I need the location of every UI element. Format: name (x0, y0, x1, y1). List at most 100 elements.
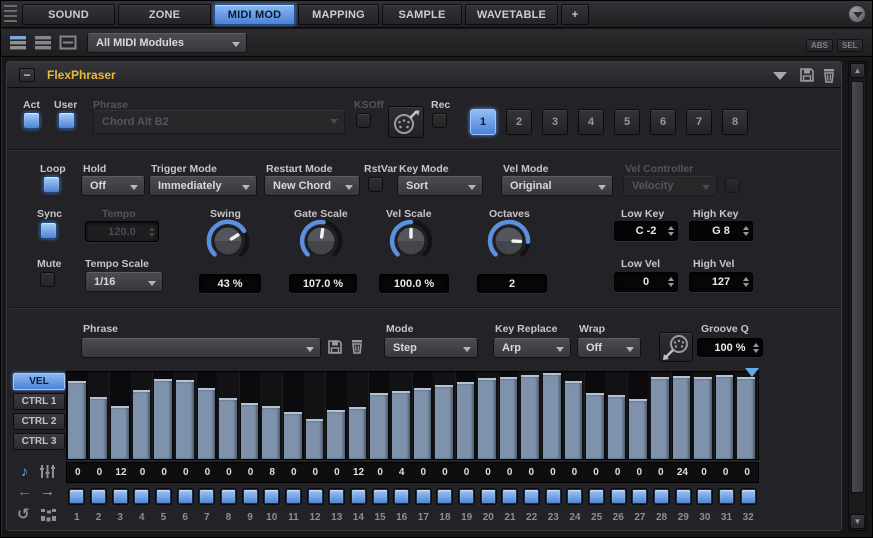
step-value-19[interactable]: 0 (456, 463, 478, 482)
phrase-preset-dropdown[interactable]: Chord Alt B2 (93, 110, 345, 134)
lane-tab-ctrl-2[interactable]: CTRL 2 (13, 413, 65, 430)
undo-icon[interactable]: ↺ (17, 505, 30, 523)
midi-export-button[interactable] (659, 332, 693, 362)
step-bar-24[interactable] (564, 372, 586, 459)
sync-checkbox[interactable] (40, 222, 57, 239)
trash-icon[interactable] (821, 67, 839, 85)
sel-button[interactable]: SEL (837, 39, 863, 52)
swing-value-box[interactable]: 43 % (199, 274, 261, 293)
step-bar-14[interactable] (348, 372, 370, 459)
low-vel-box[interactable]: 0 (614, 272, 678, 292)
step-enable-24[interactable] (564, 486, 586, 506)
variation-button-3[interactable]: 3 (542, 109, 568, 135)
step-value-17[interactable]: 0 (413, 463, 435, 482)
step-bar-26[interactable] (607, 372, 629, 459)
shift-left-icon[interactable]: ← (17, 483, 32, 500)
step-enable-27[interactable] (629, 486, 651, 506)
vel-scale-value-box[interactable]: 100.0 % (379, 274, 449, 293)
step-bar-12[interactable] (305, 372, 327, 459)
step-value-1[interactable]: 0 (67, 463, 89, 482)
gate-scale-value-box[interactable]: 107.0 % (289, 274, 357, 293)
step-bar-23[interactable] (542, 372, 564, 459)
step-value-26[interactable]: 0 (607, 463, 629, 482)
step-enable-22[interactable] (521, 486, 543, 506)
step-value-20[interactable]: 0 (477, 463, 499, 482)
step-enable-11[interactable] (283, 486, 305, 506)
step-enable-2[interactable] (88, 486, 110, 506)
step-value-6[interactable]: 0 (175, 463, 197, 482)
fader-lane-icon[interactable] (39, 464, 57, 482)
note-lane-icon[interactable]: ♪ (21, 463, 28, 479)
restart-mode-dropdown[interactable]: New Chord (264, 176, 360, 196)
step-enable-21[interactable] (499, 486, 521, 506)
step-enable-17[interactable] (413, 486, 435, 506)
step-enable-10[interactable] (261, 486, 283, 506)
step-enable-13[interactable] (326, 486, 348, 506)
scroll-up-icon[interactable]: ▲ (850, 63, 865, 78)
step-enable-29[interactable] (672, 486, 694, 506)
step-enable-4[interactable] (131, 486, 153, 506)
stepper-icon[interactable] (668, 226, 674, 236)
preset-menu-icon[interactable] (773, 72, 787, 87)
step-bar-27[interactable] (628, 372, 650, 459)
step-enable-30[interactable] (694, 486, 716, 506)
stepper-icon[interactable] (743, 277, 749, 287)
step-bar-11[interactable] (283, 372, 305, 459)
step-enable-25[interactable] (586, 486, 608, 506)
loop-end-marker-icon[interactable] (745, 368, 759, 384)
stepper-icon[interactable] (149, 227, 155, 237)
abs-button[interactable]: ABS (806, 39, 833, 52)
tab-plus[interactable]: + (561, 4, 589, 25)
octaves-knob[interactable] (486, 218, 532, 264)
step-enable-8[interactable] (218, 486, 240, 506)
step-value-22[interactable]: 0 (520, 463, 542, 482)
step-value-27[interactable]: 0 (628, 463, 650, 482)
variation-button-8[interactable]: 8 (722, 109, 748, 135)
section-handle-icon[interactable] (4, 5, 17, 24)
step-enable-14[interactable] (348, 486, 370, 506)
lane-tab-vel[interactable]: VEL (13, 373, 65, 390)
key-mode-dropdown[interactable]: Sort (397, 176, 483, 196)
vel-scale-knob[interactable] (388, 218, 434, 264)
tempo-value-box[interactable]: 120.0 (85, 221, 159, 242)
step-bar-21[interactable] (499, 372, 521, 459)
step-bar-17[interactable] (413, 372, 435, 459)
velocity-bar-graph[interactable] (66, 371, 759, 460)
lane-tab-ctrl-3[interactable]: CTRL 3 (13, 433, 65, 450)
user-phrase-dropdown[interactable] (81, 338, 321, 358)
tab-wavetable[interactable]: WAVETABLE (465, 4, 558, 25)
module-filter-dropdown[interactable]: All MIDI Modules (87, 33, 247, 53)
vel-mode-dropdown[interactable]: Original (501, 176, 613, 196)
step-enable-6[interactable] (174, 486, 196, 506)
step-bar-31[interactable] (715, 372, 737, 459)
step-value-12[interactable]: 0 (305, 463, 327, 482)
step-value-28[interactable]: 0 (650, 463, 672, 482)
step-bar-15[interactable] (369, 372, 391, 459)
list-view-icon[interactable] (9, 35, 28, 50)
step-bar-25[interactable] (585, 372, 607, 459)
scrollbar-thumb[interactable] (851, 81, 864, 493)
groove-q-box[interactable]: 100 % (697, 338, 763, 357)
step-bar-8[interactable] (218, 372, 240, 459)
variation-button-2[interactable]: 2 (506, 109, 532, 135)
step-value-23[interactable]: 0 (542, 463, 564, 482)
low-key-box[interactable]: C -2 (614, 221, 678, 241)
step-value-18[interactable]: 0 (434, 463, 456, 482)
step-value-9[interactable]: 0 (240, 463, 262, 482)
step-value-3[interactable]: 12 (110, 463, 132, 482)
step-enable-3[interactable] (109, 486, 131, 506)
step-value-21[interactable]: 0 (499, 463, 521, 482)
step-value-8[interactable]: 0 (218, 463, 240, 482)
save-icon[interactable] (799, 67, 817, 85)
step-enable-28[interactable] (651, 486, 673, 506)
tab-sound[interactable]: SOUND (22, 4, 115, 25)
step-enable-23[interactable] (542, 486, 564, 506)
vel-controller-learn-box[interactable] (725, 178, 740, 193)
stepper-icon[interactable] (753, 343, 759, 353)
phrase-save-icon[interactable] (327, 339, 345, 357)
step-value-10[interactable]: 8 (261, 463, 283, 482)
step-enable-16[interactable] (391, 486, 413, 506)
swing-knob[interactable] (205, 218, 251, 264)
step-enable-15[interactable] (369, 486, 391, 506)
step-enable-18[interactable] (434, 486, 456, 506)
